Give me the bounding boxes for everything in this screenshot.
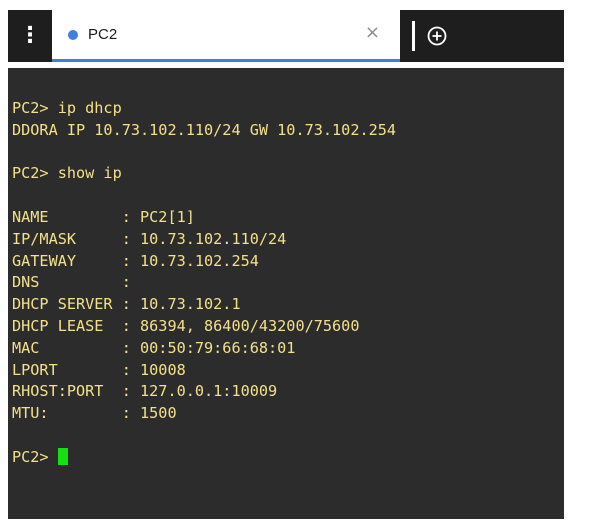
terminal-line: DNS :	[12, 273, 131, 292]
terminal-line: GATEWAY : 10.73.102.254	[12, 251, 259, 270]
add-tab-icon[interactable]	[427, 26, 447, 46]
terminal-line: RHOST:PORT : 127.0.0.1:10009	[12, 382, 278, 401]
terminal-line: LPORT : 10008	[12, 360, 186, 379]
terminal-line: IP/MASK : 10.73.102.110/24	[12, 229, 287, 248]
terminal-line: PC2> show ip	[12, 164, 122, 183]
cursor-caret	[57, 447, 68, 465]
terminal-prompt: PC2>	[12, 447, 58, 466]
terminal-console[interactable]: PC2> ip dhcp DDORA IP 10.73.102.110/24 G…	[8, 68, 564, 519]
terminal-line: NAME : PC2[1]	[12, 207, 195, 226]
tab-bar: ⋮ PC2 ×	[0, 0, 594, 64]
terminal-line: MAC : 00:50:79:66:68:01	[12, 338, 296, 357]
terminal-line: PC2> ip dhcp	[12, 99, 122, 117]
terminal-line: DHCP SERVER : 10.73.102.1	[12, 295, 241, 314]
terminal-line: MTU: : 1500	[12, 404, 177, 423]
close-icon[interactable]: ×	[365, 24, 380, 42]
terminal-line: DDORA IP 10.73.102.110/24 GW 10.73.102.2…	[12, 120, 397, 139]
terminal-line: DHCP LEASE : 86394, 86400/43200/75600	[12, 316, 360, 335]
tab-title: PC2	[88, 26, 118, 43]
terminal-prompt-line[interactable]: PC2>	[12, 447, 564, 469]
tab-divider	[412, 21, 415, 51]
menu-icon[interactable]: ⋮	[8, 10, 52, 62]
status-dot-icon	[68, 29, 78, 40]
tab-strip-empty	[400, 10, 564, 62]
tab-pc2[interactable]: PC2 ×	[52, 10, 400, 62]
